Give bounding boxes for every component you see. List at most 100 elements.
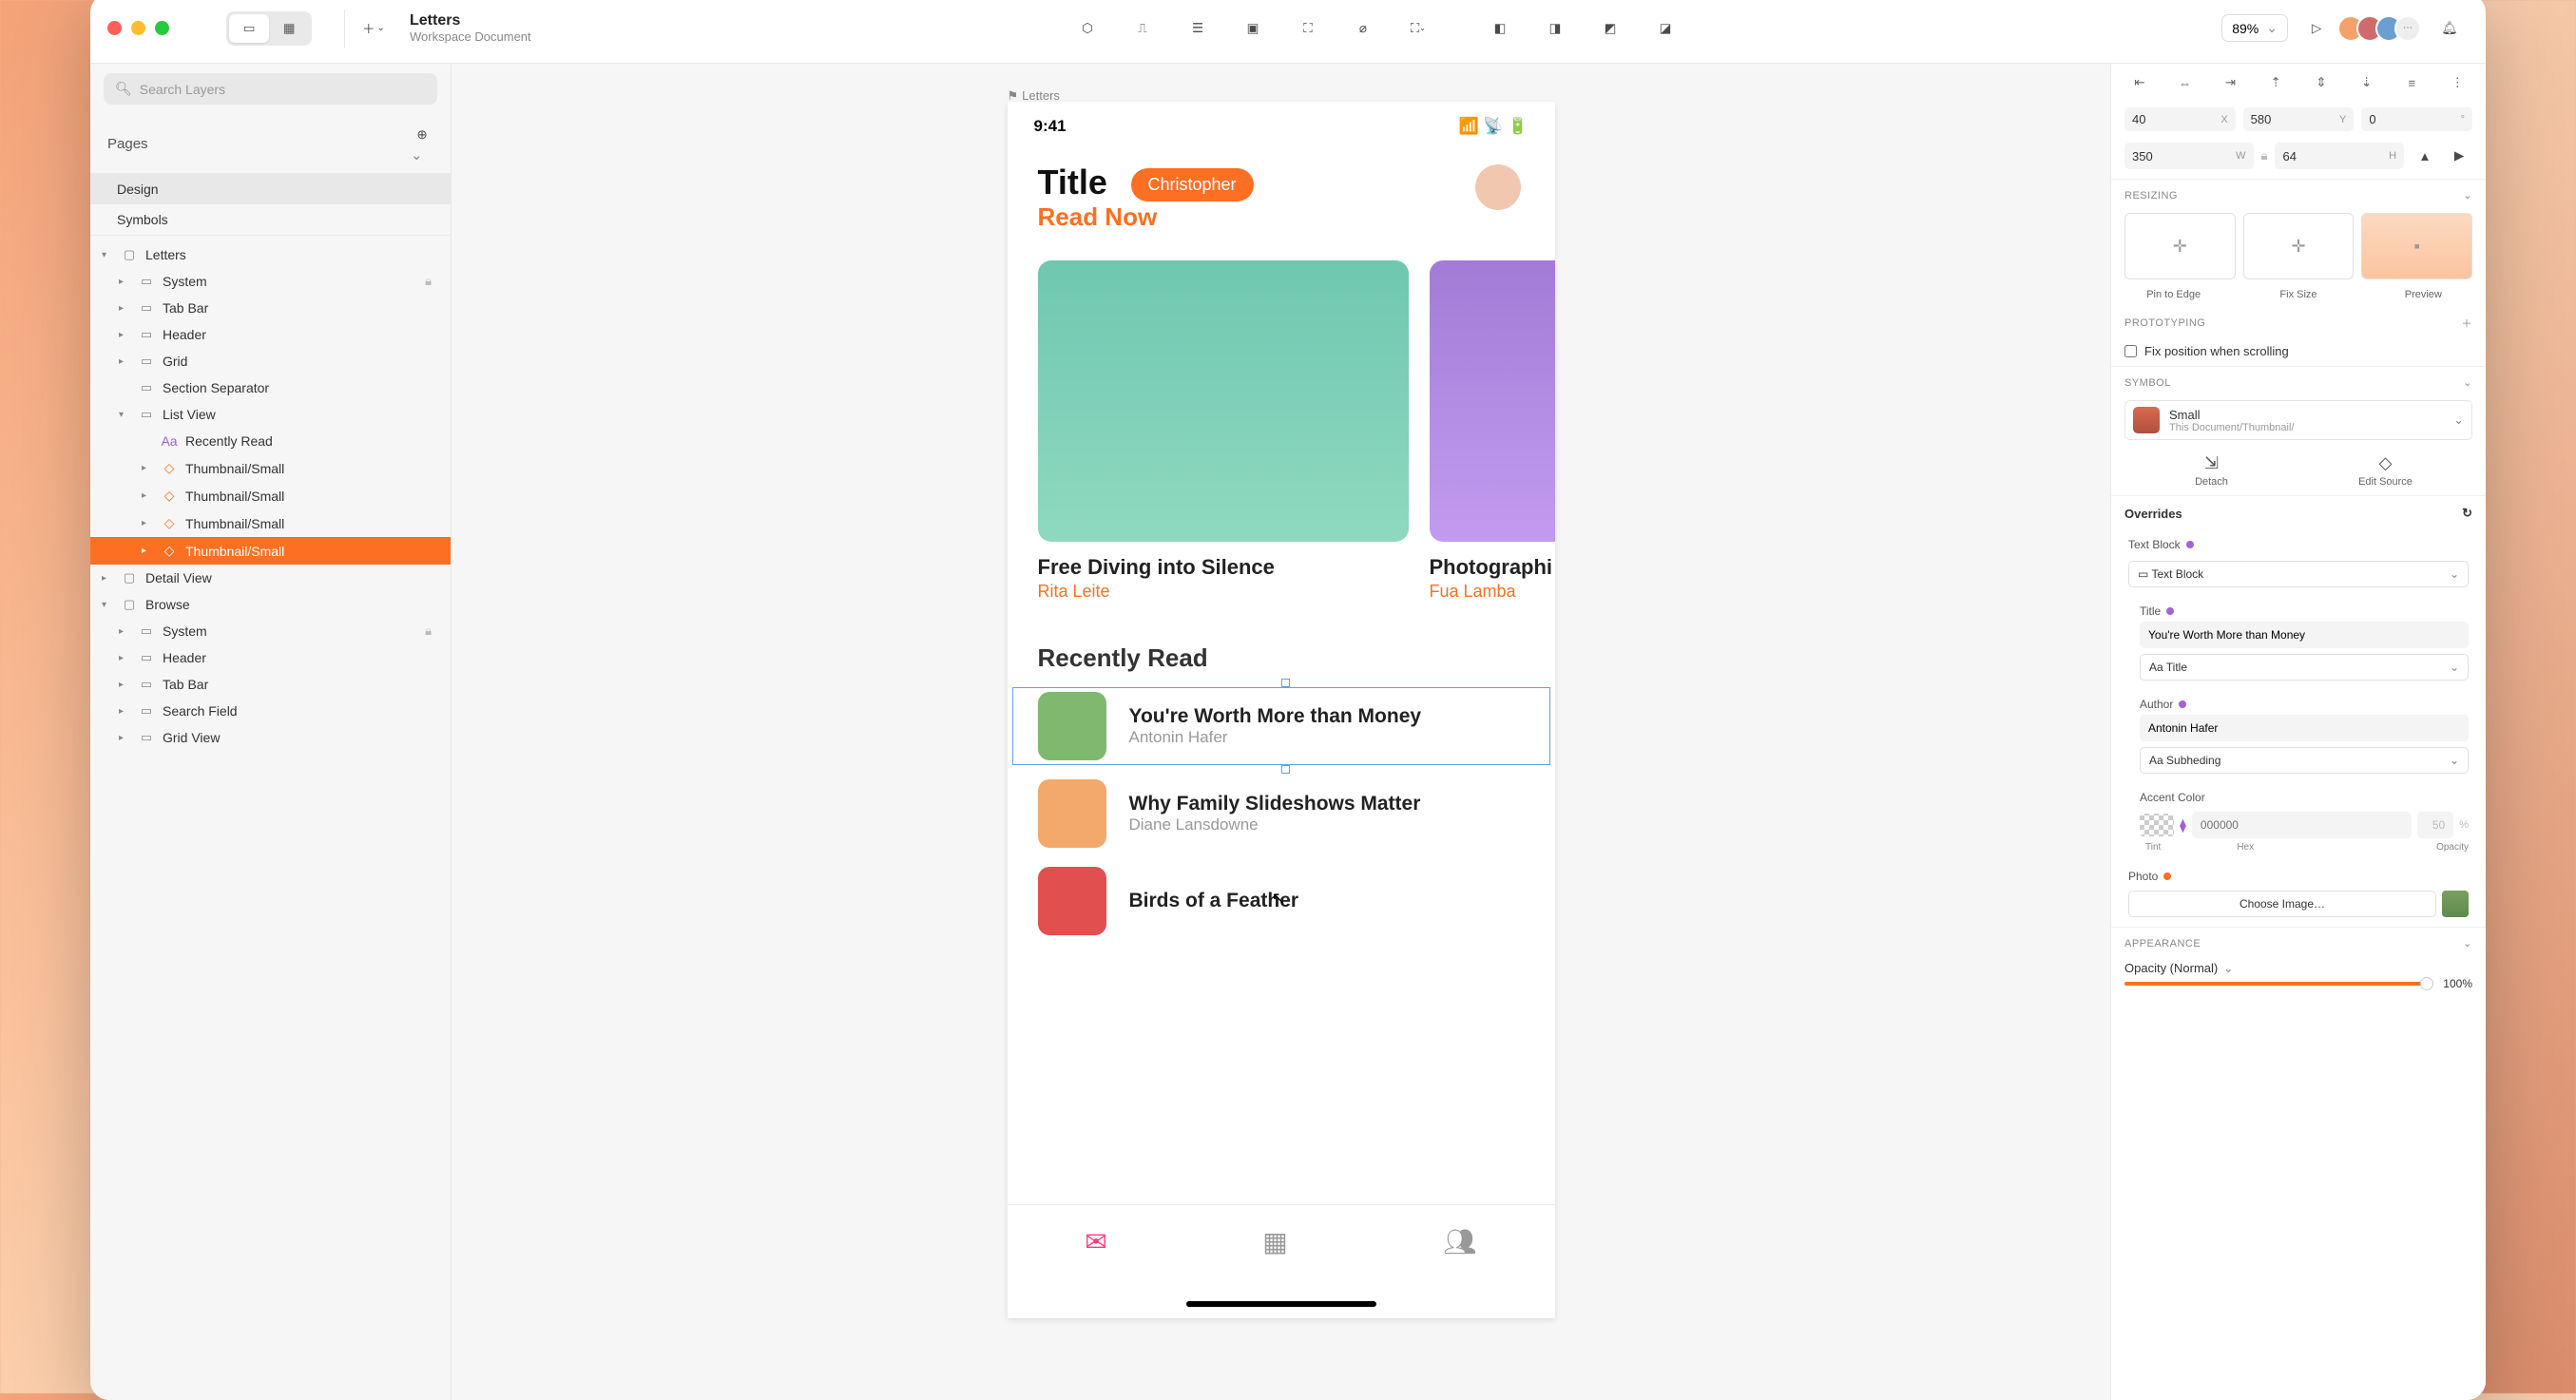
collaborators[interactable]: ⋯ bbox=[2345, 15, 2421, 42]
resizing-header[interactable]: RESIZING⌄ bbox=[2111, 180, 2486, 207]
distribute-h-button[interactable]: ≡ bbox=[2392, 71, 2433, 94]
list-row-selected[interactable]: You're Worth More than Money Antonin Haf… bbox=[1008, 682, 1555, 770]
layer-search-input[interactable]: 🔍︎ Search Layers bbox=[104, 73, 437, 105]
layer-browse-search[interactable]: ▸Search Field bbox=[90, 698, 451, 724]
opacity-slider[interactable]: 100% bbox=[2111, 975, 2486, 1004]
y-input[interactable]: 580Y bbox=[2243, 107, 2355, 131]
document-title[interactable]: Letters Workspace Document bbox=[410, 12, 531, 44]
toolbar-right: 89%⌄ ▷ ⋯ 🔔︎ bbox=[2221, 10, 2469, 48]
list-row: Birds of a Feather bbox=[1008, 857, 1555, 945]
zoom-selector[interactable]: 89%⌄ bbox=[2221, 14, 2288, 42]
window-close-button[interactable] bbox=[107, 21, 122, 35]
folder-icon bbox=[138, 677, 155, 692]
canvas[interactable]: ⚑Letters 9:41 📶 📡 🔋 Title Read Now Chris… bbox=[452, 64, 2110, 1400]
layer-recently-read[interactable]: AaRecently Read bbox=[90, 428, 451, 454]
prototyping-header[interactable]: PROTOTYPING＋ bbox=[2111, 306, 2486, 336]
layer-thumbnail-1[interactable]: ▸◇Thumbnail/Small bbox=[90, 454, 451, 482]
align-top-button[interactable]: ⇡ bbox=[2255, 71, 2297, 94]
title-style-selector[interactable]: Aa Title⌄ bbox=[2140, 654, 2469, 681]
intersect-button[interactable]: ◩ bbox=[1591, 10, 1629, 48]
pages-collapse-icon[interactable]: ⌄ bbox=[411, 147, 423, 163]
tidy-button[interactable]: ☰ bbox=[1179, 10, 1217, 48]
flip-h-button[interactable]: ▲ bbox=[2412, 143, 2438, 169]
page-symbols[interactable]: Symbols bbox=[90, 204, 451, 235]
distribute-v-button[interactable]: ⋮ bbox=[2436, 71, 2478, 94]
flip-v-button[interactable]: ▶ bbox=[2446, 143, 2472, 169]
rotation-input[interactable]: 0° bbox=[2361, 107, 2472, 131]
artboard-browse[interactable]: ▾Browse bbox=[90, 591, 451, 618]
page-design[interactable]: Design bbox=[90, 174, 451, 204]
layer-browse-tabbar[interactable]: ▸Tab Bar bbox=[90, 671, 451, 698]
height-input[interactable]: 64H bbox=[2275, 143, 2404, 169]
difference-button[interactable]: ◪ bbox=[1646, 10, 1684, 48]
lock-icon[interactable]: 🔒︎ bbox=[425, 274, 439, 289]
play-button[interactable]: ▷ bbox=[2297, 10, 2336, 48]
layers-panel-toggle[interactable]: ▭ bbox=[229, 14, 269, 43]
layer-thumbnail-2[interactable]: ▸◇Thumbnail/Small bbox=[90, 482, 451, 509]
edit-source-button[interactable]: ◇Edit Source bbox=[2298, 453, 2472, 488]
fix-size-control[interactable]: ✛ bbox=[2243, 213, 2355, 279]
window-zoom-button[interactable] bbox=[155, 21, 169, 35]
width-input[interactable]: 350W bbox=[2124, 143, 2254, 169]
layer-thumbnail-4-selected[interactable]: ▸◇Thumbnail/Small bbox=[90, 537, 451, 565]
folder-icon bbox=[138, 354, 155, 369]
notifications-button[interactable]: 🔔︎ bbox=[2431, 10, 2469, 48]
create-symbol-button[interactable]: ⬡ bbox=[1068, 10, 1106, 48]
insert-button[interactable]: ＋⌄ bbox=[355, 10, 393, 48]
blend-mode-selector[interactable]: Opacity (Normal) bbox=[2124, 961, 2233, 975]
align-right-button[interactable]: ⇥ bbox=[2210, 71, 2252, 94]
color-variable-icon[interactable]: ⧫ bbox=[2180, 817, 2186, 834]
layer-section-separator[interactable]: Section Separator bbox=[90, 374, 451, 401]
appearance-header[interactable]: APPEARANCE⌄ bbox=[2111, 927, 2486, 955]
layer-grid[interactable]: ▸Grid bbox=[90, 348, 451, 374]
components-panel-toggle[interactable]: ▦ bbox=[269, 14, 309, 43]
add-page-button[interactable]: ⊕ bbox=[411, 124, 433, 146]
detach-button[interactable]: ⇲Detach bbox=[2124, 453, 2298, 488]
layer-tabbar[interactable]: ▸Tab Bar bbox=[90, 295, 451, 321]
lock-aspect-icon[interactable]: 🔒︎ bbox=[2261, 148, 2268, 163]
author-override-input[interactable] bbox=[2140, 715, 2469, 741]
pages-header: Pages ⊕⌄ bbox=[90, 114, 451, 174]
align-button[interactable]: ⎍ bbox=[1124, 10, 1162, 48]
mask-button[interactable]: ▣ bbox=[1234, 10, 1272, 48]
artboard-phone[interactable]: 9:41 📶 📡 🔋 Title Read Now Christopher Fr… bbox=[1008, 102, 1555, 1318]
layer-list-view[interactable]: ▾List View bbox=[90, 401, 451, 428]
author-style-selector[interactable]: Aa Subheding⌄ bbox=[2140, 747, 2469, 774]
layer-system[interactable]: ▸System🔒︎ bbox=[90, 268, 451, 295]
union-button[interactable]: ◧ bbox=[1481, 10, 1519, 48]
align-left-button[interactable]: ⇤ bbox=[2119, 71, 2161, 94]
phone-status-bar: 9:41 📶 📡 🔋 bbox=[1008, 102, 1555, 142]
align-hcenter-button[interactable]: ⇔ bbox=[2164, 71, 2206, 94]
pin-to-edge-control[interactable]: ✛ bbox=[2124, 213, 2236, 279]
layer-browse-header[interactable]: ▸Header bbox=[90, 644, 451, 671]
textblock-selector[interactable]: ▭ Text Block⌄ bbox=[2128, 561, 2469, 587]
crop-button[interactable]: ⛶ bbox=[1289, 10, 1327, 48]
lock-icon[interactable]: 🔒︎ bbox=[425, 623, 439, 639]
layer-browse-gridview[interactable]: ▸Grid View bbox=[90, 724, 451, 751]
layer-browse-system[interactable]: ▸System🔒︎ bbox=[90, 618, 451, 644]
add-prototype-button[interactable]: ＋ bbox=[2462, 316, 2473, 331]
toolbar-center-tools: ⬡ ⎍ ☰ ▣ ⛶ ⌀ ⛶⌄ ◧ ◨ ◩ ◪ bbox=[1068, 10, 1684, 48]
x-input[interactable]: 40X bbox=[2124, 107, 2236, 131]
artboard-letters[interactable]: ▾Letters bbox=[90, 241, 451, 268]
symbol-selector[interactable]: Small This Document/Thumbnail/ ⌄ bbox=[2124, 400, 2472, 440]
fix-scroll-checkbox[interactable]: Fix position when scrolling bbox=[2111, 336, 2486, 366]
opacity-input[interactable] bbox=[2417, 812, 2453, 838]
sidebar-toggle-segment[interactable]: ▭ ▦ bbox=[226, 11, 312, 46]
title-override-input[interactable] bbox=[2140, 622, 2469, 648]
scale-button[interactable]: ⛶⌄ bbox=[1399, 10, 1437, 48]
align-vcenter-button[interactable]: ⇕ bbox=[2300, 71, 2342, 94]
layer-header[interactable]: ▸Header bbox=[90, 321, 451, 348]
symbol-header[interactable]: SYMBOL⌄ bbox=[2111, 366, 2486, 394]
reset-overrides-button[interactable]: ↻ bbox=[2462, 506, 2472, 521]
hex-input[interactable] bbox=[2192, 812, 2412, 838]
tint-swatch[interactable] bbox=[2140, 814, 2174, 836]
layer-detail-view[interactable]: ▸Detail View bbox=[90, 565, 451, 591]
layer-thumbnail-3[interactable]: ▸◇Thumbnail/Small bbox=[90, 509, 451, 537]
choose-image-button[interactable]: Choose Image… bbox=[2128, 891, 2436, 917]
window-minimize-button[interactable] bbox=[131, 21, 145, 35]
align-bottom-button[interactable]: ⇣ bbox=[2346, 71, 2388, 94]
status-icons: 📶 📡 🔋 bbox=[1459, 117, 1528, 136]
edit-button[interactable]: ⌀ bbox=[1344, 10, 1382, 48]
subtract-button[interactable]: ◨ bbox=[1536, 10, 1574, 48]
